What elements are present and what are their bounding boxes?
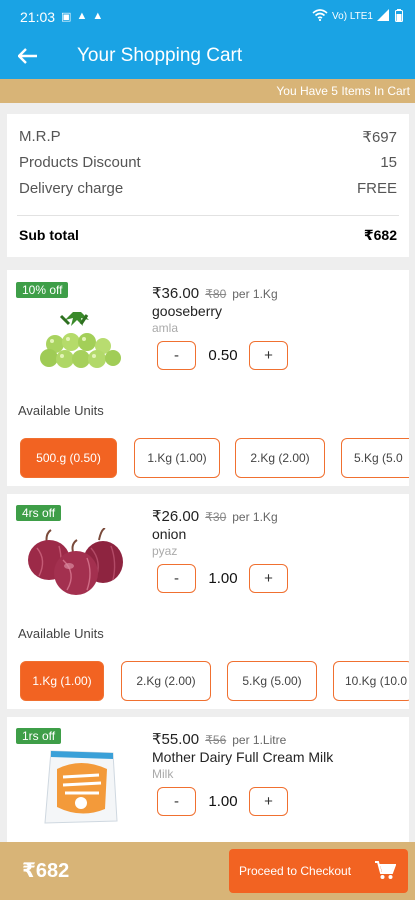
increase-qty-button[interactable]: + — [249, 564, 288, 593]
delivery-value: FREE — [356, 180, 397, 197]
unit-option[interactable]: 2.Kg (2.00) — [235, 438, 325, 478]
wifi-icon — [312, 9, 328, 24]
unit-label: per 1.Kg — [232, 510, 278, 524]
battery-icon — [395, 8, 403, 25]
subtotal-value: ₹682 — [363, 227, 397, 243]
original-price: ₹30 — [205, 510, 227, 524]
price: ₹55.00 — [152, 731, 200, 748]
original-price: ₹80 — [205, 287, 227, 301]
mrp-value: ₹697 — [362, 129, 397, 146]
unit-option-selected[interactable]: 500.g (0.50) — [20, 438, 117, 478]
available-units-label: Available Units — [18, 403, 104, 418]
decrease-qty-button[interactable]: - — [157, 341, 196, 370]
mrp-label: M.R.P — [19, 128, 61, 145]
product-local-name: Milk — [152, 767, 174, 781]
unit-option[interactable]: 2.Kg (2.00) — [121, 661, 211, 701]
original-price: ₹56 — [205, 733, 227, 747]
quantity-value: 1.00 — [208, 793, 238, 810]
status-notification-icons: ▣ ▲ ▲ — [61, 10, 103, 23]
quantity-value: 1.00 — [208, 570, 238, 587]
cart-count-bar: You Have 5 Items In Cart — [0, 79, 415, 103]
discount-badge: 4rs off — [16, 505, 62, 521]
discount-row: Products Discount 15 — [19, 154, 397, 171]
increase-qty-button[interactable]: + — [249, 341, 288, 370]
discount-value: 15 — [380, 154, 397, 171]
summary-divider — [17, 215, 399, 216]
product-name: onion — [152, 526, 187, 542]
signal-icon — [377, 9, 391, 24]
milk-packet-image — [44, 750, 118, 824]
cart-total: ₹682 — [22, 860, 70, 882]
delivery-label: Delivery charge — [19, 180, 124, 197]
back-arrow-icon — [18, 48, 37, 64]
unit-option[interactable]: 1.Kg (1.00) — [134, 438, 220, 478]
unit-label: per 1.Litre — [232, 733, 287, 747]
increase-qty-button[interactable]: + — [249, 787, 288, 816]
mrp-row: M.R.P ₹697 — [19, 128, 397, 146]
quantity-value: 0.50 — [208, 347, 238, 364]
discount-badge: 10% off — [16, 282, 69, 298]
delivery-row: Delivery charge FREE — [19, 180, 397, 197]
price-line: ₹36.00 ₹80 per 1.Kg — [152, 284, 278, 302]
available-units-label: Available Units — [18, 626, 104, 641]
product-local-name: pyaz — [152, 544, 178, 558]
unit-label: per 1.Kg — [232, 287, 278, 301]
status-time: 21:03 — [20, 8, 56, 25]
unit-option[interactable]: 5.Kg (5.0 — [341, 438, 409, 478]
proceed-to-checkout-button[interactable]: Proceed to Checkout — [229, 849, 408, 893]
page-title: Your Shopping Cart — [77, 45, 243, 66]
cart-icon — [375, 861, 396, 879]
network-label: Vo) LTE1 — [332, 11, 373, 22]
onion-image — [28, 528, 123, 595]
status-right: Vo) LTE1 — [312, 8, 403, 25]
cart-item-gooseberry: 10% off ₹36.00 ₹80 per 1.Kg gooseberry am… — [7, 270, 409, 486]
product-name: Mother Dairy Full Cream Milk — [152, 749, 334, 765]
unit-option[interactable]: 5.Kg (5.00) — [227, 661, 317, 701]
product-name: gooseberry — [152, 303, 223, 319]
product-local-name: amla — [152, 321, 179, 335]
checkout-bar: ₹682 Proceed to Checkout — [0, 842, 415, 900]
price-line: ₹55.00 ₹56 per 1.Litre — [152, 730, 286, 748]
warning-icon-2: ▲ — [92, 10, 104, 22]
gooseberry-image — [40, 312, 121, 368]
decrease-qty-button[interactable]: - — [157, 787, 196, 816]
discount-badge: 1rs off — [16, 728, 62, 744]
price: ₹26.00 — [152, 508, 200, 525]
discount-label: Products Discount — [19, 154, 141, 171]
app-bar: Your Shopping Cart — [0, 33, 415, 79]
status-bar: 21:03 ▣ ▲ ▲ Vo) LTE1 — [0, 0, 415, 33]
price-summary: M.R.P ₹697 Products Discount 15 Delivery… — [7, 114, 409, 257]
price: ₹36.00 — [152, 285, 200, 302]
cart-count-text: You Have 5 Items In Cart — [276, 84, 410, 98]
subtotal-label: Sub total — [19, 227, 79, 243]
price-line: ₹26.00 ₹30 per 1.Kg — [152, 507, 278, 525]
cart-item-milk: 1rs off ₹55.00 ₹56 per 1.Litre Mother Dai… — [7, 717, 409, 842]
gallery-icon: ▣ — [61, 11, 72, 23]
checkout-label: Proceed to Checkout — [239, 864, 352, 878]
subtotal-row: Sub total ₹682 — [19, 227, 397, 244]
decrease-qty-button[interactable]: - — [157, 564, 196, 593]
unit-option-selected[interactable]: 1.Kg (1.00) — [20, 661, 104, 701]
cart-item-onion: 4rs off ₹26.00 ₹30 per 1.Kg onion pyaz - … — [7, 494, 409, 709]
back-button[interactable] — [0, 33, 56, 79]
warning-icon: ▲ — [76, 10, 88, 22]
unit-option[interactable]: 10.Kg (10.0 — [333, 661, 409, 701]
